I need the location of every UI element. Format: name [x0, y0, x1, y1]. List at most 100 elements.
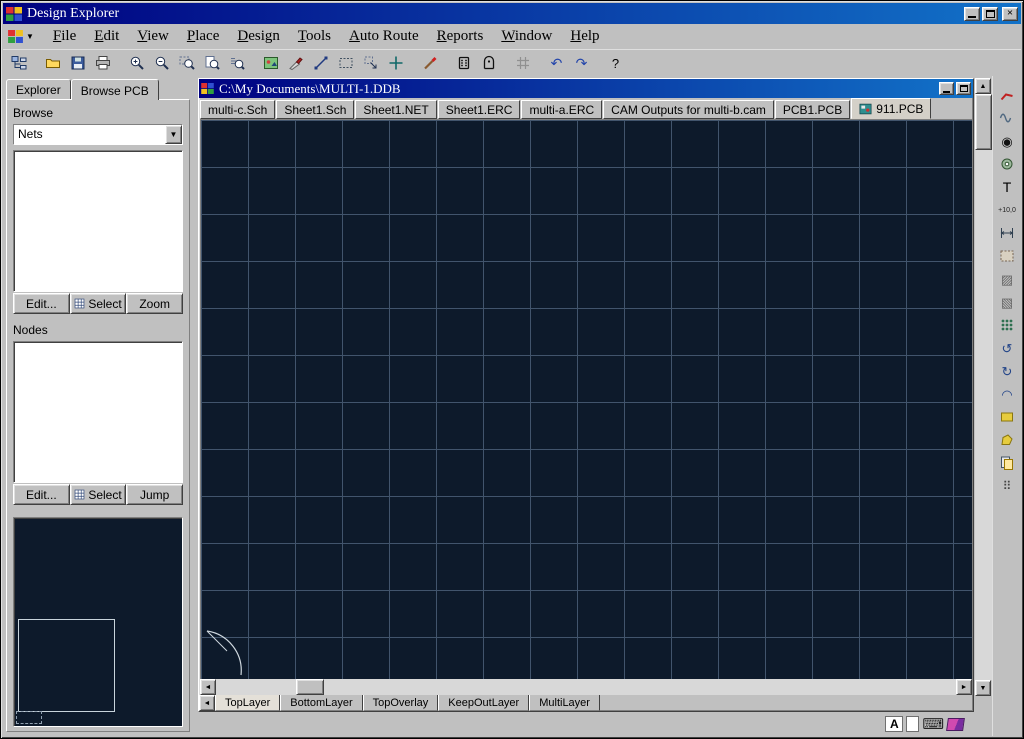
component-alt-button[interactable] [476, 52, 501, 75]
board-preview[interactable] [13, 517, 183, 727]
maximize-button[interactable] [982, 7, 998, 21]
wand-button[interactable] [417, 52, 442, 75]
place-room-button[interactable] [995, 245, 1019, 267]
vertical-scroll-thumb[interactable] [975, 94, 992, 150]
document-title-bar[interactable]: C:\My Documents\MULTI-1.DDB [199, 79, 973, 98]
ime-language-button[interactable]: A [885, 716, 903, 732]
doc-tab-cam-outputs-for-multi-b-cam[interactable]: CAM Outputs for multi-b.cam [603, 100, 774, 119]
menu-place[interactable]: Place [178, 26, 228, 47]
array-paste-button[interactable]: ⠿ [995, 475, 1019, 497]
zoom-document-button[interactable] [199, 52, 224, 75]
nodes-listbox[interactable] [13, 341, 183, 483]
zoom-in-button[interactable] [124, 52, 149, 75]
nets-select-button[interactable]: Select [70, 293, 127, 314]
menu-view[interactable]: View [128, 26, 178, 47]
help-button[interactable]: ? [603, 52, 628, 75]
place-pad-button[interactable]: ◉ [995, 130, 1019, 152]
scroll-left-button[interactable]: ◄ [200, 679, 216, 695]
layer-tab-bottomlayer[interactable]: BottomLayer [280, 695, 362, 711]
doc-tab-sheet1-net[interactable]: Sheet1.NET [355, 100, 436, 119]
scroll-up-button[interactable]: ▲ [975, 78, 991, 94]
crosshair-button[interactable] [383, 52, 408, 75]
menu-file[interactable]: File [44, 26, 85, 47]
grid-button[interactable] [510, 52, 535, 75]
undo-button[interactable]: ↶ [544, 52, 569, 75]
place-fill-hatched-button[interactable]: ▨ [995, 268, 1019, 290]
tab-explorer[interactable]: Explorer [6, 79, 71, 99]
document-maximize-button[interactable] [956, 82, 971, 95]
menu-design[interactable]: Design [228, 26, 289, 47]
redo-button[interactable]: ↷ [569, 52, 594, 75]
open-button[interactable] [40, 52, 65, 75]
design-manager-button[interactable] [6, 52, 31, 75]
place-coordinate-button[interactable]: +10,0 [995, 199, 1019, 221]
menu-reports[interactable]: Reports [428, 26, 493, 47]
save-button[interactable] [65, 52, 90, 75]
place-via-button[interactable] [995, 153, 1019, 175]
minimize-button[interactable] [964, 7, 980, 21]
layer-tab-multilayer[interactable]: MultiLayer [529, 695, 600, 711]
paste-special-button[interactable] [995, 452, 1019, 474]
place-fill-button[interactable] [995, 406, 1019, 428]
nodes-jump-button[interactable]: Jump [126, 484, 183, 505]
tab-browse-pcb[interactable]: Browse PCB [71, 79, 159, 100]
nodes-select-button[interactable]: Select [70, 484, 127, 505]
nets-edit-button[interactable]: Edit... [13, 293, 70, 314]
zoom-out-icon [154, 55, 170, 71]
place-string-button[interactable]: T [995, 176, 1019, 198]
bitmap-button[interactable] [258, 52, 283, 75]
menu-window[interactable]: Window [492, 26, 561, 47]
menu-help[interactable]: Help [561, 26, 608, 47]
doc-tab-sheet1-sch[interactable]: Sheet1.Sch [276, 100, 354, 119]
print-button[interactable] [90, 52, 115, 75]
layer-tab-topoverlay[interactable]: TopOverlay [363, 695, 439, 711]
knife-button[interactable] [283, 52, 308, 75]
doc-tab-911-pcb[interactable]: 911.PCB [851, 98, 931, 119]
zoom-out-button[interactable] [149, 52, 174, 75]
place-arc-any-button[interactable]: ◠ [995, 383, 1019, 405]
scroll-down-button[interactable]: ▼ [975, 680, 991, 696]
ime-mode-button[interactable] [906, 716, 919, 732]
vertical-scroll-track[interactable] [975, 94, 992, 680]
place-plane-hatched-button[interactable]: ▧ [995, 291, 1019, 313]
document-minimize-button[interactable] [939, 82, 954, 95]
keyboard-icon[interactable]: ⌨ [922, 717, 944, 732]
close-button[interactable]: × [1002, 7, 1018, 21]
place-dimension-button[interactable] [995, 222, 1019, 244]
nets-listbox[interactable] [13, 150, 183, 292]
scroll-right-button[interactable]: ► [956, 679, 972, 695]
place-polygon-button[interactable] [995, 429, 1019, 451]
draw-line-button[interactable] [308, 52, 333, 75]
move-selection-button[interactable] [358, 52, 383, 75]
place-track-button[interactable] [995, 84, 1019, 106]
horizontal-scroll-thumb[interactable] [296, 679, 324, 695]
doc-tab-multi-c-sch[interactable]: multi-c.Sch [200, 100, 275, 119]
doc-tab-sheet1-erc[interactable]: Sheet1.ERC [438, 100, 521, 119]
document-menu-icon[interactable]: ▼ [8, 30, 34, 43]
nodes-edit-button[interactable]: Edit... [13, 484, 70, 505]
canvas-vertical-scrollbar[interactable]: ▲ ▼ [975, 78, 992, 696]
zoom-area-button[interactable] [174, 52, 199, 75]
doc-tab-pcb1-pcb[interactable]: PCB1.PCB [775, 100, 850, 119]
combo-dropdown-button[interactable]: ▼ [165, 125, 182, 144]
menu-edit[interactable]: Edit [85, 26, 128, 47]
rotate-ccw-button[interactable]: ↺ [995, 337, 1019, 359]
menu-auto-route[interactable]: Auto Route [340, 26, 428, 47]
rotate-cw-button[interactable]: ↻ [995, 360, 1019, 382]
layer-tab-toplayer[interactable]: TopLayer [215, 695, 280, 711]
layer-tabs-scroll-left-button[interactable]: ◄ [199, 695, 215, 711]
component-button[interactable] [451, 52, 476, 75]
zoom-selection-button[interactable] [224, 52, 249, 75]
layer-tab-keepoutlayer[interactable]: KeepOutLayer [438, 695, 529, 711]
nets-zoom-button[interactable]: Zoom [126, 293, 183, 314]
place-arc-button[interactable] [995, 107, 1019, 129]
dictionary-icon[interactable] [946, 718, 965, 731]
canvas-horizontal-scrollbar[interactable]: ◄ ► [200, 679, 972, 695]
select-area-button[interactable] [333, 52, 358, 75]
pcb-canvas[interactable] [201, 120, 972, 679]
doc-tab-multi-a-erc[interactable]: multi-a.ERC [521, 100, 602, 119]
place-pad-array-button[interactable] [995, 314, 1019, 336]
browse-type-select[interactable]: Nets ▼ [13, 124, 183, 145]
horizontal-scroll-track[interactable] [216, 679, 956, 695]
menu-tools[interactable]: Tools [289, 26, 340, 47]
